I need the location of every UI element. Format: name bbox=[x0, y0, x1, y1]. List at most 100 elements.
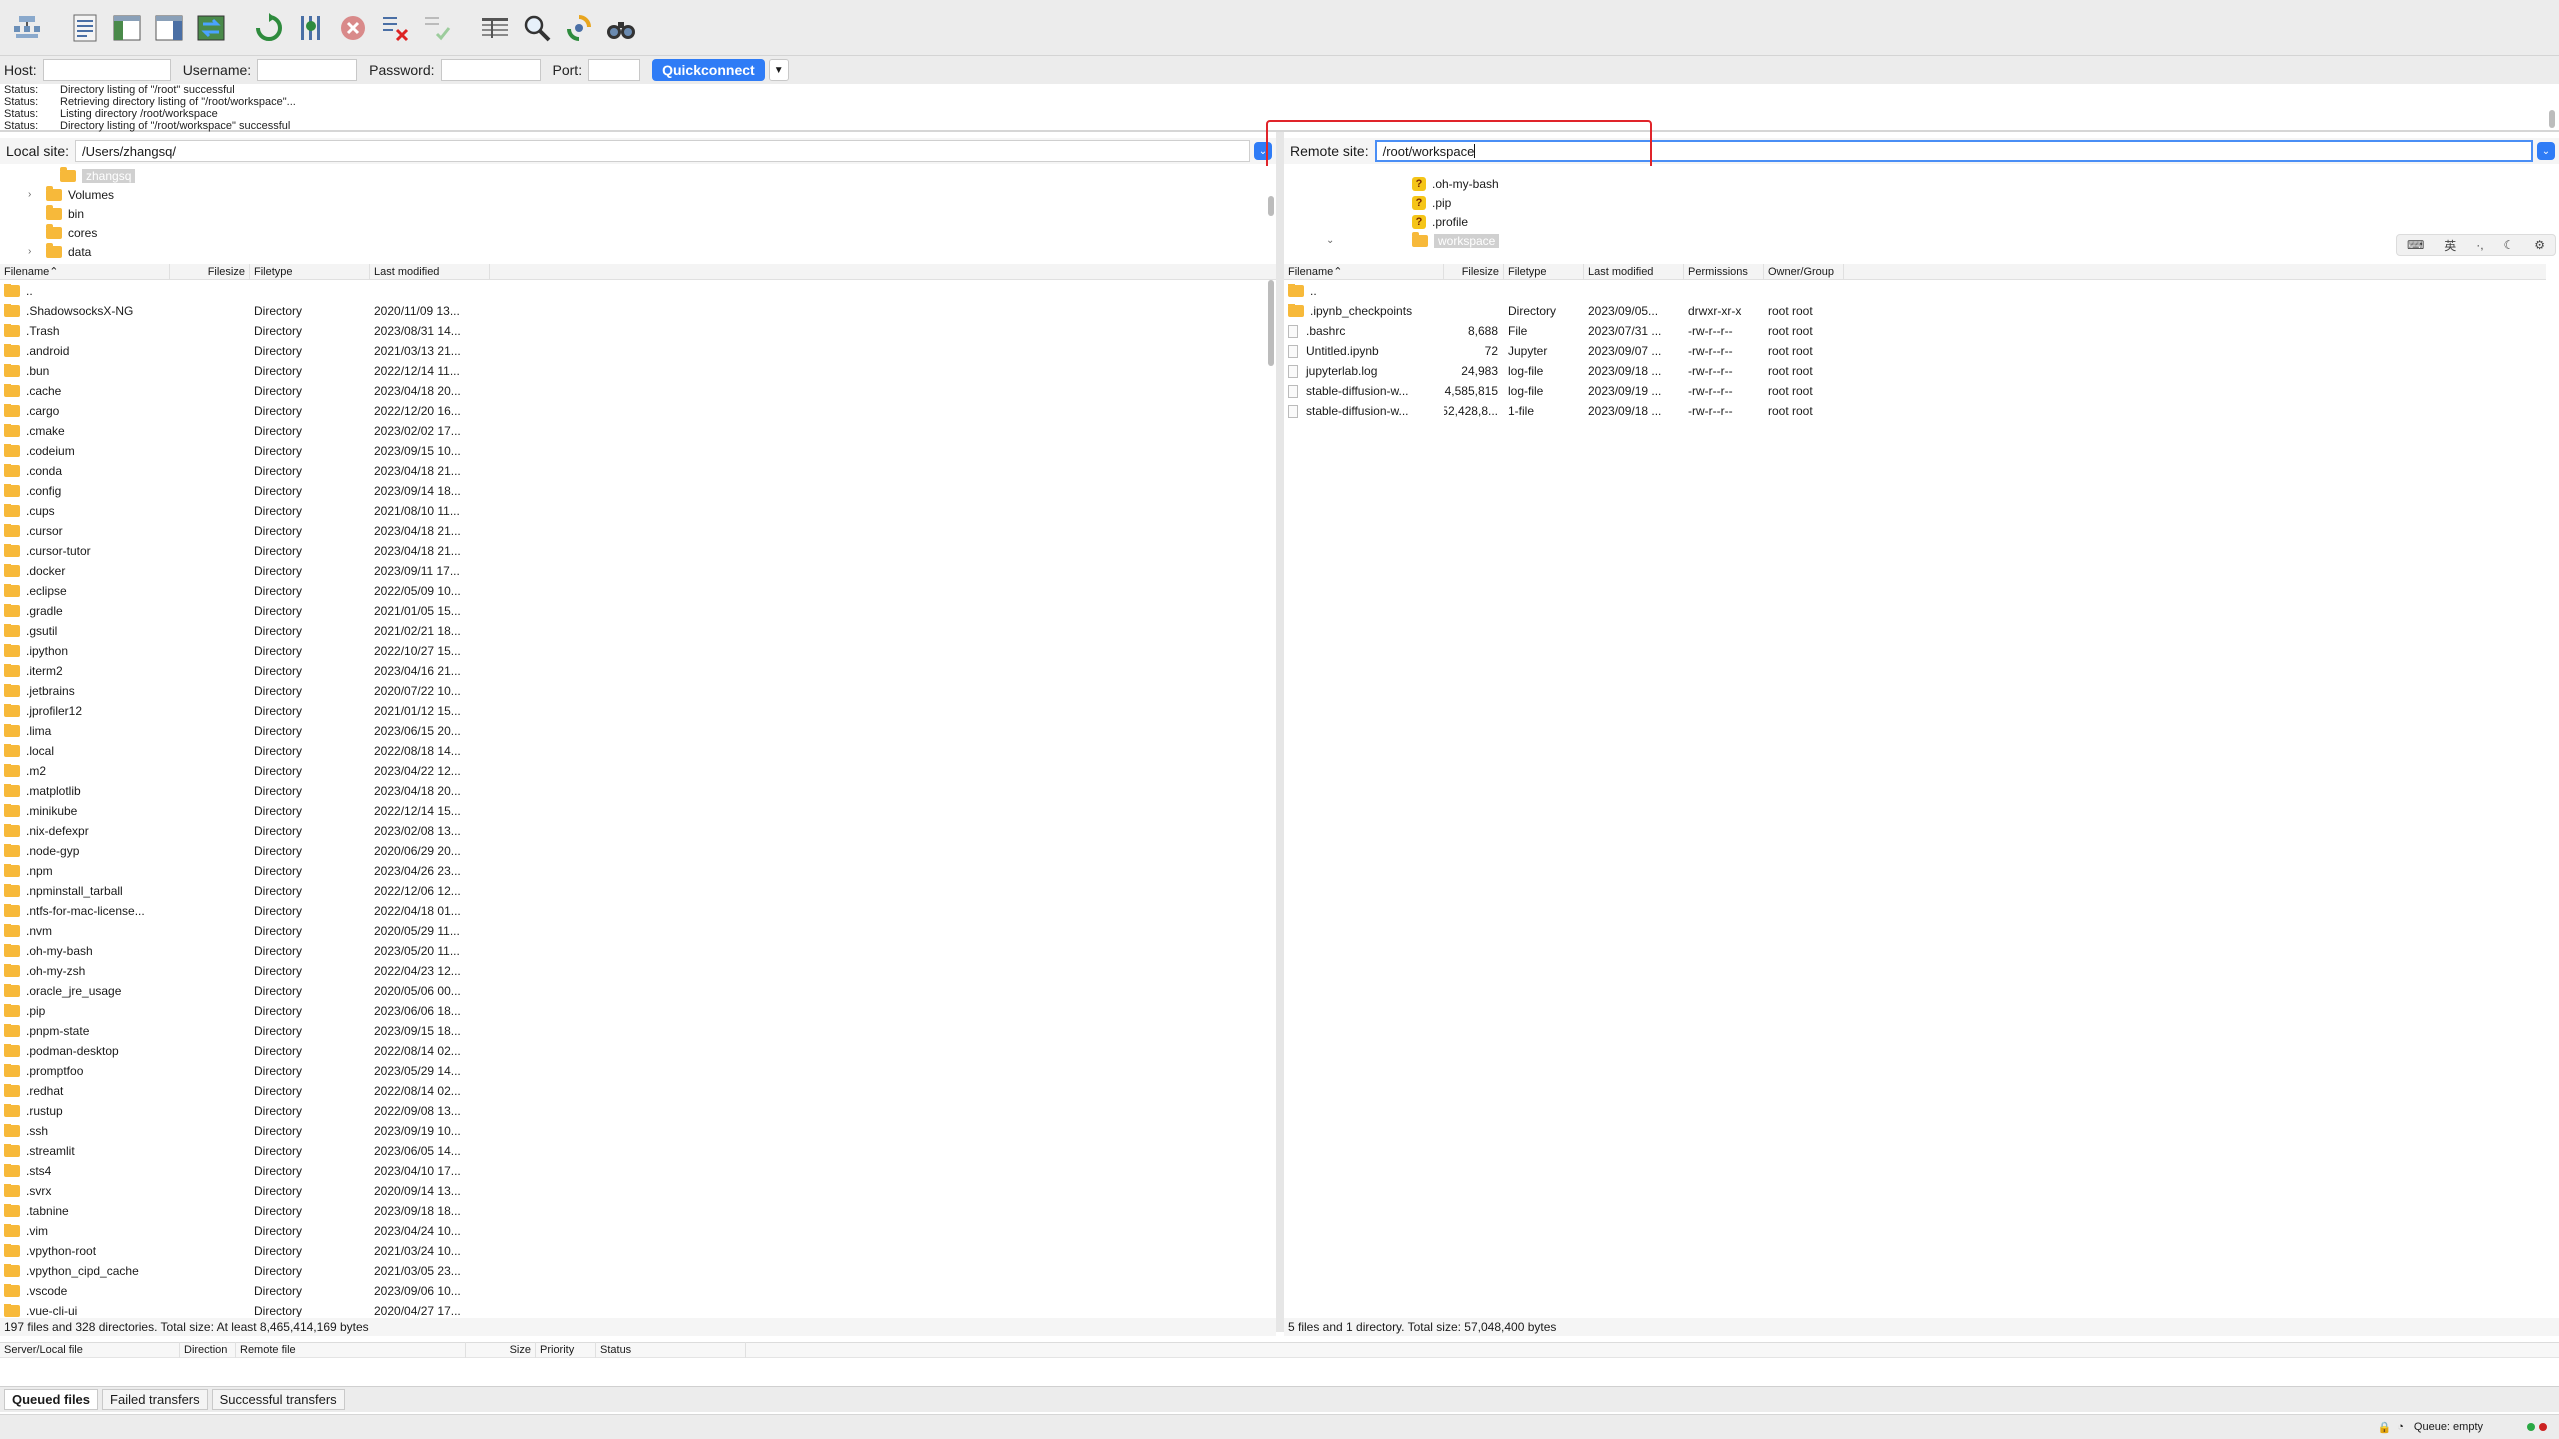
tree-item[interactable]: cores bbox=[0, 223, 1276, 242]
table-row[interactable]: .vscode Directory 2023/09/06 10... bbox=[0, 1281, 1266, 1301]
table-row[interactable]: .m2 Directory 2023/04/22 12... bbox=[0, 761, 1266, 781]
table-row[interactable]: .podman-desktop Directory 2022/08/14 02... bbox=[0, 1041, 1266, 1061]
table-row[interactable]: .gsutil Directory 2021/02/21 18... bbox=[0, 621, 1266, 641]
toggle-remote-tree-icon[interactable] bbox=[150, 9, 188, 47]
table-row[interactable]: .cache Directory 2023/04/18 20... bbox=[0, 381, 1266, 401]
table-row[interactable]: Untitled.ipynb 72 Jupyter 2023/09/07 ... -rw… bbox=[1284, 341, 2546, 361]
table-row[interactable]: .oh-my-zsh Directory 2022/04/23 12... bbox=[0, 961, 1266, 981]
table-row[interactable]: .cups Directory 2021/08/10 11... bbox=[0, 501, 1266, 521]
queue-column-priority[interactable]: Priority bbox=[536, 1342, 596, 1358]
table-row[interactable]: .cursor-tutor Directory 2023/04/18 21... bbox=[0, 541, 1266, 561]
refresh-icon[interactable] bbox=[250, 9, 288, 47]
sync-browsing-icon[interactable] bbox=[560, 9, 598, 47]
queue-column-server-local-file[interactable]: Server/Local file bbox=[0, 1342, 180, 1358]
table-row[interactable]: .nix-defexpr Directory 2023/02/08 13... bbox=[0, 821, 1266, 841]
tab-successful-transfers[interactable]: Successful transfers bbox=[211, 1389, 345, 1410]
table-row[interactable]: .Trash Directory 2023/08/31 14... bbox=[0, 321, 1266, 341]
table-row[interactable]: .tabnine Directory 2023/09/18 18... bbox=[0, 1201, 1266, 1221]
reconnect-icon[interactable] bbox=[418, 9, 456, 47]
chevron-right-icon[interactable]: › bbox=[28, 246, 31, 257]
table-row[interactable]: .nvm Directory 2020/05/29 11... bbox=[0, 921, 1266, 941]
table-row[interactable]: .ntfs-for-mac-license... Directory 2022/04… bbox=[0, 901, 1266, 921]
table-row[interactable]: .jprofiler12 Directory 2021/01/12 15... bbox=[0, 701, 1266, 721]
table-row[interactable]: .pnpm-state Directory 2023/09/15 18... bbox=[0, 1021, 1266, 1041]
ime-item[interactable]: ⌨ bbox=[2407, 238, 2424, 252]
host-input[interactable] bbox=[42, 59, 171, 81]
table-row[interactable]: .bashrc 8,688 File 2023/07/31 ... -rw-r--r--… bbox=[1284, 321, 2546, 341]
table-row[interactable]: .vim Directory 2023/04/24 10... bbox=[0, 1221, 1266, 1241]
table-row[interactable]: .matplotlib Directory 2023/04/18 20... bbox=[0, 781, 1266, 801]
ime-item[interactable]: 英 bbox=[2444, 237, 2456, 254]
username-input[interactable] bbox=[257, 59, 358, 81]
queue-column-size[interactable]: Size bbox=[466, 1342, 536, 1358]
site-manager-icon[interactable] bbox=[8, 9, 46, 47]
column-header-filename[interactable]: Filename ⌃ bbox=[0, 263, 170, 280]
table-row[interactable]: .bun Directory 2022/12/14 11... bbox=[0, 361, 1266, 381]
table-row[interactable]: .sts4 Directory 2023/04/10 17... bbox=[0, 1161, 1266, 1181]
table-row[interactable]: .ssh Directory 2023/09/19 10... bbox=[0, 1121, 1266, 1141]
local-list-scrollbar[interactable] bbox=[1268, 280, 1274, 366]
ime-item[interactable]: ⚙ bbox=[2534, 238, 2545, 252]
table-row[interactable]: .redhat Directory 2022/08/14 02... bbox=[0, 1081, 1266, 1101]
table-row[interactable]: .rustup Directory 2022/09/08 13... bbox=[0, 1101, 1266, 1121]
table-row[interactable]: .codeium Directory 2023/09/15 10... bbox=[0, 441, 1266, 461]
tree-item[interactable]: ? .profile bbox=[1284, 212, 2546, 231]
tree-item[interactable]: › Volumes bbox=[0, 185, 1276, 204]
table-row[interactable]: stable-diffusion-w... 4,585,815 log-file 20… bbox=[1284, 381, 2546, 401]
table-row[interactable]: .oh-my-bash Directory 2023/05/20 11... bbox=[0, 941, 1266, 961]
pane-splitter[interactable] bbox=[1276, 132, 1284, 1332]
table-row[interactable]: .cargo Directory 2022/12/20 16... bbox=[0, 401, 1266, 421]
ime-item[interactable]: ·, bbox=[2476, 238, 2483, 252]
tree-item[interactable]: ⌄ workspace bbox=[1284, 231, 2546, 250]
cancel-icon[interactable] bbox=[334, 9, 372, 47]
table-row[interactable]: jupyterlab.log 24,983 log-file 2023/09/18 .… bbox=[1284, 361, 2546, 381]
quickconnect-button[interactable]: Quickconnect bbox=[652, 59, 765, 81]
remote-site-dropdown[interactable]: ⌄ bbox=[2537, 142, 2555, 160]
toggle-transfer-queue-icon[interactable] bbox=[192, 9, 230, 47]
column-header-permissions[interactable]: Permissions bbox=[1684, 263, 1764, 280]
table-row[interactable]: .. bbox=[0, 281, 1266, 301]
disconnect-icon[interactable] bbox=[376, 9, 414, 47]
table-row[interactable]: .docker Directory 2023/09/11 17... bbox=[0, 561, 1266, 581]
table-row[interactable]: .lima Directory 2023/06/15 20... bbox=[0, 721, 1266, 741]
table-row[interactable]: .npminstall_tarball Directory 2022/12/06 1… bbox=[0, 881, 1266, 901]
table-row[interactable]: .config Directory 2023/09/14 18... bbox=[0, 481, 1266, 501]
ime-item[interactable]: ☾ bbox=[2504, 238, 2515, 252]
column-header-last-modified[interactable]: Last modified bbox=[1584, 263, 1684, 280]
tree-item[interactable]: › data bbox=[0, 242, 1276, 258]
tab-failed-transfers[interactable]: Failed transfers bbox=[102, 1389, 208, 1410]
quickconnect-dropdown[interactable]: ▼ bbox=[768, 59, 789, 81]
column-header-last-modified[interactable]: Last modified bbox=[370, 263, 490, 280]
tree-item[interactable]: ? .oh-my-bash bbox=[1284, 174, 2546, 193]
table-row[interactable]: .minikube Directory 2022/12/14 15... bbox=[0, 801, 1266, 821]
local-tree-scrollbar[interactable] bbox=[1268, 196, 1274, 216]
table-row[interactable]: .eclipse Directory 2022/05/09 10... bbox=[0, 581, 1266, 601]
table-row[interactable]: .pip Directory 2023/06/06 18... bbox=[0, 1001, 1266, 1021]
table-row[interactable]: .local Directory 2022/08/18 14... bbox=[0, 741, 1266, 761]
column-header-filesize[interactable]: Filesize bbox=[170, 263, 250, 280]
find-files-icon[interactable] bbox=[602, 9, 640, 47]
table-row[interactable]: .android Directory 2021/03/13 21... bbox=[0, 341, 1266, 361]
table-row[interactable]: .iterm2 Directory 2023/04/16 21... bbox=[0, 661, 1266, 681]
table-row[interactable]: .vpython-root Directory 2021/03/24 10... bbox=[0, 1241, 1266, 1261]
queue-column-direction[interactable]: Direction bbox=[180, 1342, 236, 1358]
column-header-filename[interactable]: Filename ⌃ bbox=[1284, 263, 1444, 280]
directory-filter-icon[interactable] bbox=[476, 9, 514, 47]
table-row[interactable]: .npm Directory 2023/04/26 23... bbox=[0, 861, 1266, 881]
table-row[interactable]: .ipython Directory 2022/10/27 15... bbox=[0, 641, 1266, 661]
table-row[interactable]: .vpython_cipd_cache Directory 2021/03/05 2… bbox=[0, 1261, 1266, 1281]
table-row[interactable]: .conda Directory 2023/04/18 21... bbox=[0, 461, 1266, 481]
table-row[interactable]: .vue-cli-ui Directory 2020/04/27 17... bbox=[0, 1301, 1266, 1317]
column-header-owner-group[interactable]: Owner/Group bbox=[1764, 263, 1844, 280]
table-row[interactable]: .svrx Directory 2020/09/14 13... bbox=[0, 1181, 1266, 1201]
table-row[interactable]: .jetbrains Directory 2020/07/22 10... bbox=[0, 681, 1266, 701]
chevron-down-icon[interactable]: ⌄ bbox=[1326, 235, 1334, 246]
toggle-local-tree-icon[interactable] bbox=[108, 9, 146, 47]
column-header-filesize[interactable]: Filesize bbox=[1444, 263, 1504, 280]
tree-item[interactable]: ? .pip bbox=[1284, 193, 2546, 212]
tab-queued-files[interactable]: Queued files bbox=[4, 1389, 99, 1410]
table-row[interactable]: .ShadowsocksX-NG Directory 2020/11/09 13..… bbox=[0, 301, 1266, 321]
table-row[interactable]: .gradle Directory 2021/01/05 15... bbox=[0, 601, 1266, 621]
column-header-filetype[interactable]: Filetype bbox=[1504, 263, 1584, 280]
port-input[interactable] bbox=[588, 59, 641, 81]
